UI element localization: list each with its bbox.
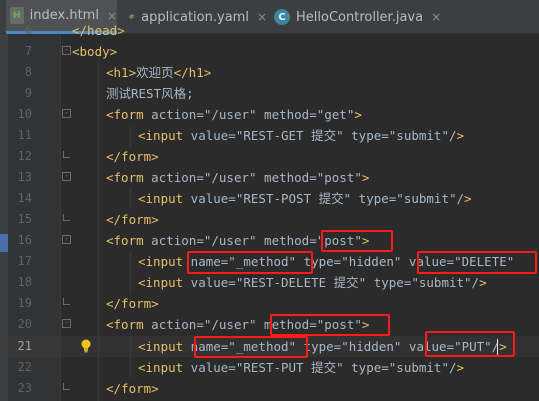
- code-line[interactable]: <form action="/user" method="post">: [106, 314, 369, 335]
- line-number: 14: [17, 191, 32, 205]
- close-icon[interactable]: ×: [257, 10, 267, 24]
- code-line[interactable]: <input name="_method" type="hidden" valu…: [138, 251, 514, 272]
- code-line[interactable]: </form>: [106, 146, 159, 167]
- code-line[interactable]: <input name="_method" type="hidden" valu…: [138, 336, 507, 357]
- fold-end-icon[interactable]: [63, 383, 70, 390]
- line-number: 23: [17, 381, 32, 395]
- indent-guide: [130, 336, 131, 378]
- code-line[interactable]: </form>: [106, 209, 159, 230]
- scroll-marker: [0, 234, 8, 252]
- line-number: 17: [17, 254, 32, 268]
- line-number: 7: [24, 44, 32, 58]
- code-line[interactable]: <input value="REST-GET 提交" type="submit"…: [138, 125, 464, 146]
- code-line[interactable]: <input value="REST-POST 提交" type="submit…: [138, 188, 472, 209]
- tab-hello-controller-java[interactable]: C HelloController.java ×: [270, 0, 448, 34]
- line-number: 6: [24, 23, 32, 37]
- code-line[interactable]: </form>: [106, 378, 159, 399]
- line-number: 16: [17, 233, 32, 247]
- tab-label: HelloController.java: [296, 9, 424, 25]
- line-number: 13: [17, 170, 32, 184]
- line-number: 10: [17, 107, 32, 121]
- fold-end-icon[interactable]: [63, 214, 70, 221]
- fold-toggle-icon[interactable]: -: [62, 172, 71, 181]
- code-line[interactable]: <input value="REST-PUT 提交" type="submit"…: [138, 357, 464, 378]
- code-line[interactable]: </form>: [106, 293, 159, 314]
- fold-toggle-icon[interactable]: -: [62, 46, 71, 55]
- code-line[interactable]: 测试REST风格;: [106, 83, 194, 104]
- code-line[interactable]: <h1>欢迎页</h1>: [106, 62, 211, 83]
- code-line[interactable]: <body>: [72, 41, 117, 62]
- indent-guide: [130, 252, 131, 294]
- fold-toggle-icon[interactable]: -: [62, 319, 71, 328]
- line-number: 18: [17, 275, 32, 289]
- yaml-file-icon: [129, 14, 134, 20]
- tab-application-yaml[interactable]: application.yaml ×: [124, 0, 267, 34]
- code-line[interactable]: <form action="/user" method="post">: [106, 167, 369, 188]
- code-line[interactable]: <input value="REST-DELETE 提交" type="subm…: [138, 272, 487, 293]
- code-line[interactable]: <form action="/user" method="get">: [106, 104, 362, 125]
- text-caret: [497, 339, 498, 355]
- fold-toggle-icon[interactable]: -: [62, 235, 71, 244]
- java-class-icon: C: [274, 9, 290, 25]
- indent-guide: [130, 188, 131, 209]
- indent-guide: [130, 126, 131, 147]
- line-number: 22: [17, 360, 32, 374]
- tab-label: application.yaml: [141, 9, 249, 25]
- fold-end-icon[interactable]: [63, 151, 70, 158]
- line-number: 12: [17, 149, 32, 163]
- code-line[interactable]: </head>: [72, 20, 125, 41]
- line-number: 21: [17, 339, 32, 353]
- line-number: 19: [17, 296, 32, 310]
- fold-end-icon[interactable]: [63, 298, 70, 305]
- line-number: 20: [17, 317, 32, 331]
- left-tool-strip: [0, 34, 8, 401]
- fold-toggle-icon[interactable]: -: [62, 109, 71, 118]
- close-icon[interactable]: ×: [431, 10, 441, 24]
- code-line[interactable]: <form action="/user" method="post">: [106, 230, 369, 251]
- line-number: 15: [17, 212, 32, 226]
- line-number: 9: [24, 86, 32, 100]
- line-number: 11: [17, 128, 32, 142]
- line-number: 8: [24, 65, 32, 79]
- lightbulb-icon[interactable]: [80, 339, 92, 353]
- indent-guide: [98, 62, 99, 401]
